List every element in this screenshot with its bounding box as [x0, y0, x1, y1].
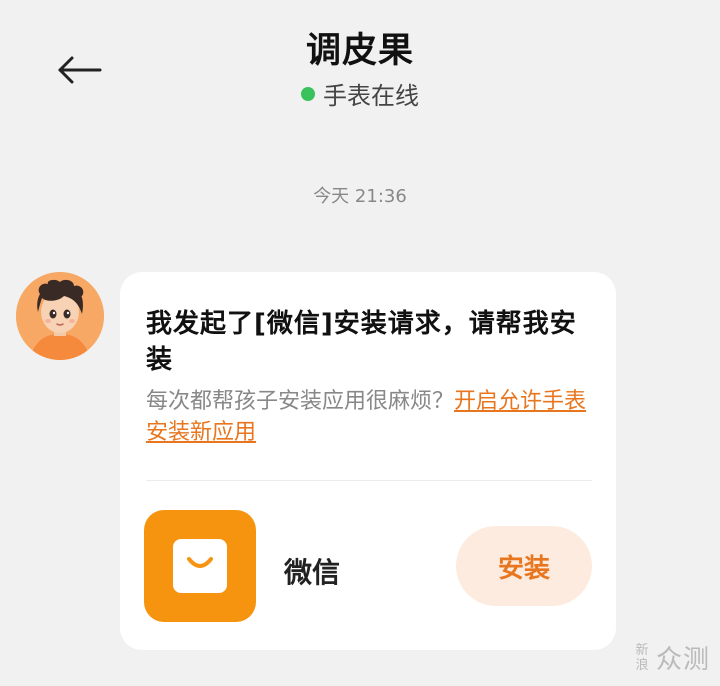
request-description: 每次都帮孩子安装应用很麻烦？开启允许手表安装新应用: [146, 386, 592, 448]
install-button[interactable]: 安装: [456, 526, 592, 606]
divider: [146, 480, 592, 481]
watermark-big-text: 众测: [655, 645, 710, 675]
online-dot-icon: [301, 86, 315, 101]
install-request-card: 我发起了[微信]安装请求，请帮我安装 每次都帮孩子安装应用很麻烦？开启允许手表安…: [120, 272, 616, 650]
request-title: 我发起了[微信]安装请求，请帮我安装: [146, 309, 577, 375]
online-status: 手表在线: [0, 76, 720, 111]
header: 调皮果 手表在线: [0, 0, 720, 120]
app-icon: [144, 510, 256, 622]
message-timestamp: 今天 21:36: [313, 186, 407, 207]
app-name: 微信: [284, 556, 341, 589]
shopping-bag-icon: [173, 539, 227, 593]
page-title: 调皮果: [305, 31, 414, 71]
status-text: 手表在线: [323, 82, 419, 110]
avatar[interactable]: [16, 272, 104, 360]
child-avatar-icon: [16, 272, 104, 360]
watermark-small-text: 新浪: [635, 642, 649, 673]
description-text: 每次都帮孩子安装应用很麻烦？: [146, 389, 455, 414]
watermark: 新浪 众测: [634, 639, 710, 676]
